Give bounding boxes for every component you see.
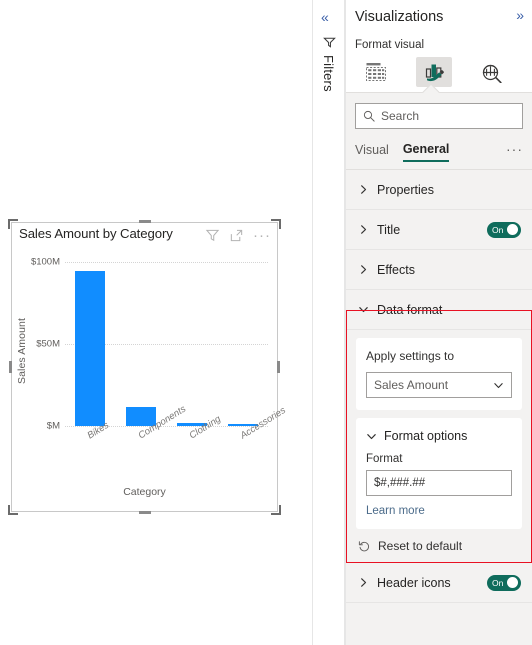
toggle-knob (507, 577, 518, 588)
chevron-down-icon (367, 433, 376, 439)
chevron-right-icon (361, 578, 367, 587)
apply-settings-value: Sales Amount (374, 378, 449, 392)
bar-chart-visual[interactable]: Sales Amount by Category ··· Sales Amoun… (8, 219, 287, 515)
y-axis-title: Sales Amount (16, 318, 28, 384)
section-label: Header icons (377, 575, 451, 590)
section-header-icons[interactable]: Header icons On (346, 563, 532, 603)
format-visual-tab[interactable] (416, 57, 452, 87)
search-input[interactable]: Search (355, 103, 523, 129)
resize-handle-top-left[interactable] (8, 219, 18, 229)
section-label: Effects (377, 262, 415, 277)
section-label: Title (377, 222, 401, 237)
focus-mode-icon[interactable] (229, 228, 244, 243)
bar-series (65, 254, 268, 426)
resize-handle-left[interactable] (9, 361, 12, 373)
chevron-right-icon (361, 185, 367, 194)
header-icons-toggle[interactable]: On (487, 574, 521, 591)
apply-settings-dropdown[interactable]: Sales Amount (366, 372, 512, 398)
filter-icon[interactable] (205, 228, 220, 243)
expand-pane-icon[interactable]: » (516, 8, 524, 22)
section-label: Data format (377, 302, 443, 317)
chevron-down-icon (494, 382, 503, 388)
resize-handle-top-right[interactable] (271, 219, 281, 229)
y-axis-tick-label: $M (46, 420, 60, 432)
fields-table-icon (366, 63, 386, 81)
y-axis-tick-label: $50M (36, 338, 60, 350)
y-axis-tick-label: $100M (30, 256, 60, 268)
more-options-icon[interactable]: ··· (253, 228, 271, 243)
reset-to-default-button[interactable]: Reset to default (346, 529, 532, 563)
pane-body: Search Visual General ··· Properties Tit… (346, 93, 532, 603)
filters-rail[interactable]: « Filters (312, 0, 345, 645)
chevron-right-icon (361, 265, 367, 274)
subtab-overflow-icon[interactable]: ··· (506, 142, 523, 159)
section-effects[interactable]: Effects (346, 250, 532, 290)
visual-header-icons: ··· (205, 228, 271, 243)
section-data-format[interactable]: Data format (346, 290, 532, 330)
section-label: Properties (377, 182, 434, 197)
resize-handle-top[interactable] (138, 220, 151, 223)
section-title[interactable]: Title On (346, 210, 532, 250)
pane-subtitle: Format visual (346, 36, 532, 53)
build-visual-tab[interactable] (358, 57, 394, 87)
search-icon (363, 110, 375, 122)
chevron-right-icon (361, 225, 367, 234)
format-options-card: Format options Format $#,###.## Learn mo… (356, 418, 522, 529)
toggle-state-label: On (492, 577, 504, 588)
x-axis-title: Category (123, 486, 166, 498)
analytics-tab[interactable] (474, 57, 510, 87)
filter-icon[interactable] (322, 35, 337, 50)
search-placeholder: Search (381, 109, 420, 123)
tab-general[interactable]: General (402, 142, 450, 162)
title-toggle[interactable]: On (487, 221, 521, 238)
chevron-down-icon (359, 307, 368, 313)
visual-title: Sales Amount by Category (19, 226, 173, 241)
magnifier-chart-icon (482, 64, 502, 83)
resize-handle-bottom-left[interactable] (8, 505, 18, 515)
plot-area: $100M $50M $M Bikes Components Clothing Acces… (31, 254, 287, 442)
apply-settings-label: Apply settings to (366, 349, 455, 363)
section-properties[interactable]: Properties (346, 170, 532, 210)
visualizations-pane[interactable]: Visualizations » Format visual Search Vi… (345, 0, 532, 645)
paintbrush-chart-icon (425, 64, 444, 81)
report-canvas[interactable]: Sales Amount by Category ··· Sales Amoun… (0, 0, 312, 645)
pane-title: Visualizations (355, 9, 444, 25)
apply-settings-card: Apply settings to Sales Amount (356, 338, 522, 410)
format-string-input[interactable]: $#,###.## (366, 470, 512, 496)
learn-more-link[interactable]: Learn more (366, 505, 512, 517)
format-options-header[interactable]: Format options (366, 429, 512, 443)
pane-header: Visualizations » (346, 0, 532, 36)
format-options-label: Format options (384, 429, 468, 443)
bar[interactable] (75, 271, 106, 426)
format-subtab-strip: Visual General ··· (346, 129, 532, 162)
resize-handle-bottom[interactable] (138, 511, 151, 514)
power-bi-report-editor: Sales Amount by Category ··· Sales Amoun… (0, 0, 532, 645)
resize-handle-bottom-right[interactable] (271, 505, 281, 515)
toggle-state-label: On (492, 224, 504, 235)
pane-tab-strip (346, 53, 532, 101)
tab-visual[interactable]: Visual (355, 143, 389, 161)
reset-label: Reset to default (378, 538, 463, 553)
format-field-label: Format (366, 453, 403, 465)
search-row: Search (346, 103, 532, 129)
undo-icon (358, 540, 369, 551)
resize-handle-right[interactable] (277, 361, 280, 373)
filters-pane-label[interactable]: Filters (321, 55, 336, 92)
collapse-pane-icon[interactable]: « (321, 10, 329, 24)
chart-plot: Sales Amount Category $100M $50M $M Bikes C… (11, 248, 287, 512)
toggle-knob (507, 224, 518, 235)
